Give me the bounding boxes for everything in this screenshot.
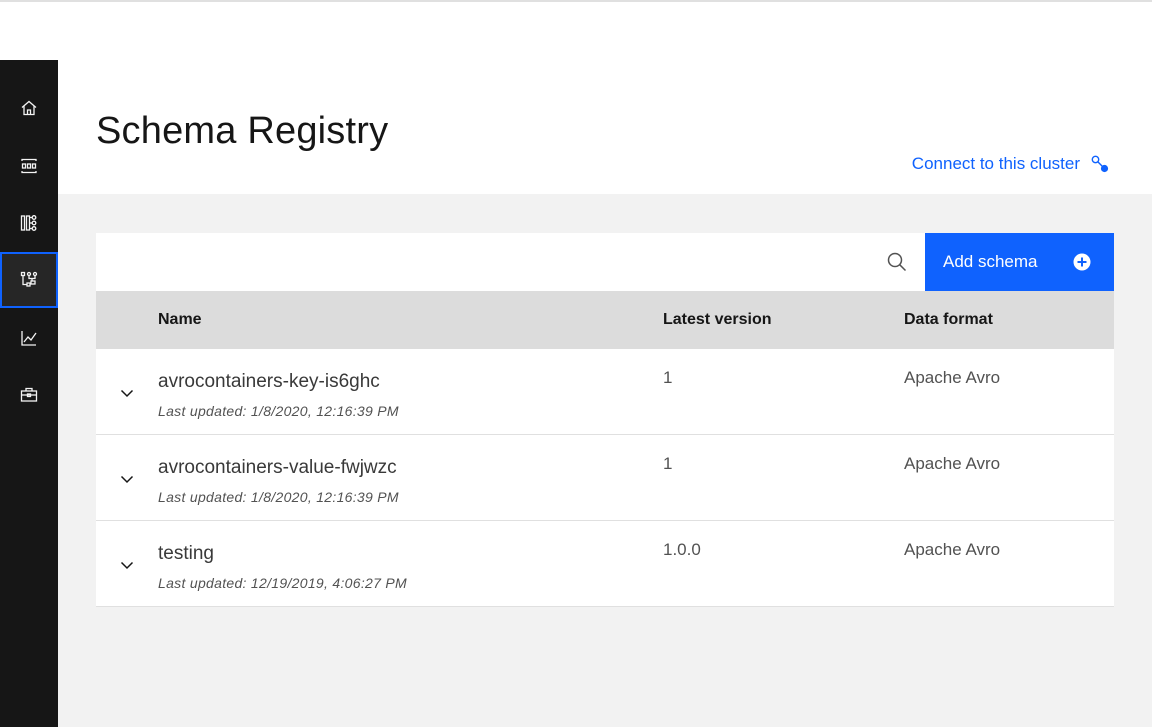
schema-name: avrocontainers-key-is6ghc xyxy=(158,371,380,392)
header-latest-version[interactable]: Latest version xyxy=(663,311,904,329)
data-format-cell: Apache Avro xyxy=(904,368,1001,387)
latest-version-cell: 1 xyxy=(663,454,673,473)
expand-row-button[interactable] xyxy=(96,435,158,520)
last-updated: Last updated: 1/8/2020, 12:16:39 PM xyxy=(158,403,399,419)
add-schema-button[interactable]: Add schema xyxy=(925,233,1114,291)
monitoring-icon xyxy=(21,331,37,346)
latest-version-cell: 1.0.0 xyxy=(663,540,701,559)
last-updated: Last updated: 12/19/2019, 4:06:27 PM xyxy=(158,575,407,591)
page-header: Schema Registry Connect to this cluster xyxy=(58,60,1152,194)
sidebar-item-topics[interactable] xyxy=(0,138,58,194)
schema-name-cell: avrocontainers-key-is6ghc Last updated: … xyxy=(158,349,663,434)
schema-table: Add schema Name Latest version Data form… xyxy=(96,233,1114,607)
sidebar xyxy=(0,60,58,727)
connect-icon xyxy=(1091,155,1109,173)
add-schema-label: Add schema xyxy=(943,252,1038,271)
header-name[interactable]: Name xyxy=(158,311,663,329)
sidebar-item-schema-registry[interactable] xyxy=(0,252,58,308)
toolbox-icon xyxy=(20,387,38,402)
expand-row-button[interactable] xyxy=(96,521,158,606)
sidebar-item-monitoring[interactable] xyxy=(0,310,58,366)
home-icon xyxy=(21,100,37,116)
chevron-down-icon xyxy=(120,475,134,483)
search-icon[interactable] xyxy=(886,251,908,273)
last-updated: Last updated: 1/8/2020, 12:16:39 PM xyxy=(158,489,399,505)
table-row[interactable]: avrocontainers-value-fwjwzc Last updated… xyxy=(96,435,1114,521)
table-toolbar: Add schema xyxy=(96,233,1114,291)
connect-cluster-label: Connect to this cluster xyxy=(911,154,1080,173)
chevron-down-icon xyxy=(120,561,134,569)
connect-cluster-link[interactable]: Connect to this cluster xyxy=(912,154,1110,174)
schema-name: avrocontainers-value-fwjwzc xyxy=(158,457,397,478)
topics-icon xyxy=(21,158,37,174)
data-format-cell: Apache Avro xyxy=(904,540,1001,559)
consumer-groups-icon xyxy=(20,215,37,231)
latest-version-cell: 1 xyxy=(663,368,673,387)
sidebar-item-consumer-groups[interactable] xyxy=(0,195,58,251)
table-row[interactable]: avrocontainers-key-is6ghc Last updated: … xyxy=(96,349,1114,435)
top-border xyxy=(0,0,1152,2)
main-content: Add schema Name Latest version Data form… xyxy=(58,194,1152,727)
sidebar-item-home[interactable] xyxy=(0,80,58,136)
schema-name-cell: avrocontainers-value-fwjwzc Last updated… xyxy=(158,435,663,520)
schema-name-cell: testing Last updated: 12/19/2019, 4:06:2… xyxy=(158,521,663,606)
schema-name: testing xyxy=(158,543,214,564)
header-data-format[interactable]: Data format xyxy=(904,311,1114,329)
schema-registry-icon xyxy=(20,271,38,287)
page-title: Schema Registry xyxy=(96,110,389,152)
add-circle-icon xyxy=(1073,253,1091,271)
chevron-down-icon xyxy=(120,389,134,397)
table-row[interactable]: testing Last updated: 12/19/2019, 4:06:2… xyxy=(96,521,1114,607)
data-format-cell: Apache Avro xyxy=(904,454,1001,473)
expand-row-button[interactable] xyxy=(96,349,158,434)
table-header: Name Latest version Data format xyxy=(96,291,1114,349)
sidebar-item-toolbox[interactable] xyxy=(0,367,58,423)
